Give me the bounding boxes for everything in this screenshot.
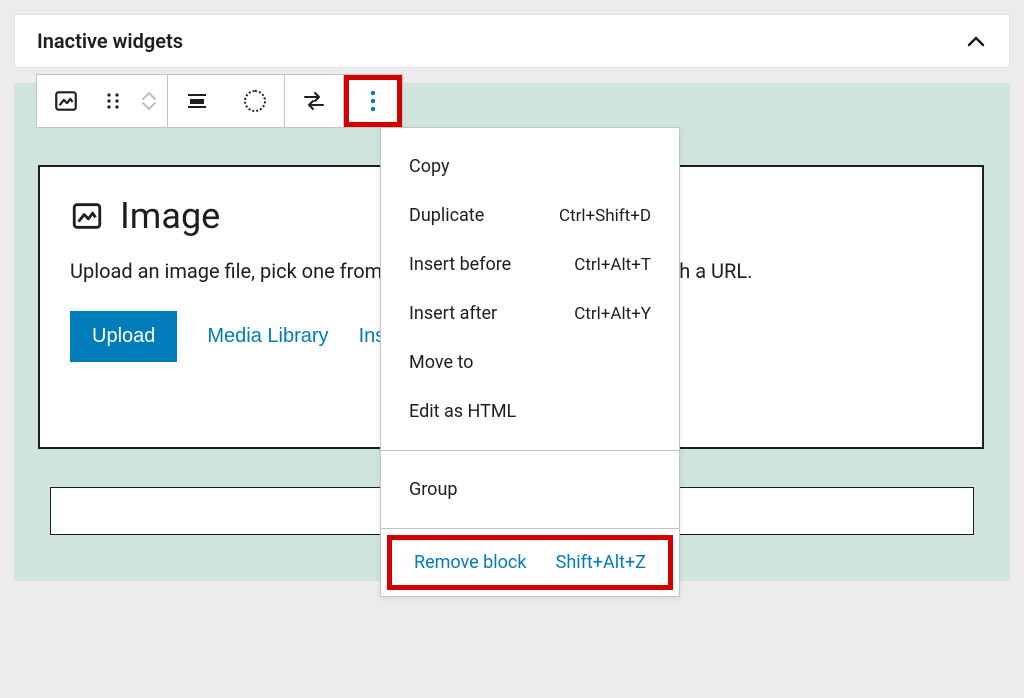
block-options-menu: Copy Duplicate Ctrl+Shift+D Insert befor… (380, 127, 680, 597)
menu-item-edit-html[interactable]: Edit as HTML (381, 387, 679, 436)
menu-label: Copy (409, 156, 450, 177)
menu-section-edit: Copy Duplicate Ctrl+Shift+D Insert befor… (381, 128, 679, 451)
panel-title: Inactive widgets (37, 29, 183, 53)
menu-label: Group (409, 479, 457, 500)
toolbar-group-block (37, 75, 168, 127)
menu-label: Remove block (414, 552, 526, 573)
menu-item-group[interactable]: Group (381, 465, 679, 514)
dotted-circle-icon (244, 90, 266, 112)
drag-handle[interactable] (95, 75, 131, 127)
inactive-widgets-panel: Inactive widgets (14, 14, 1010, 68)
menu-shortcut: Shift+Alt+Z (556, 552, 646, 573)
menu-item-move-to[interactable]: Move to (381, 338, 679, 387)
menu-item-remove-block[interactable]: Remove block Shift+Alt+Z (387, 535, 673, 590)
block-toolbar (36, 74, 403, 128)
chevron-up-icon[interactable] (965, 30, 987, 52)
menu-label: Duplicate (409, 205, 484, 226)
toolbar-group-options (344, 75, 402, 127)
menu-label: Edit as HTML (409, 401, 516, 422)
toolbar-group-align (168, 75, 285, 127)
menu-item-insert-after[interactable]: Insert after Ctrl+Alt+Y (381, 289, 679, 338)
upload-button[interactable]: Upload (70, 311, 177, 362)
image-icon (70, 199, 104, 233)
panel-header[interactable]: Inactive widgets (15, 15, 1009, 67)
chevron-up-icon[interactable] (141, 91, 157, 101)
menu-label: Insert after (409, 303, 497, 324)
replace-button[interactable] (285, 75, 343, 127)
menu-label: Insert before (409, 254, 511, 275)
chevron-down-icon[interactable] (141, 101, 157, 111)
menu-label: Move to (409, 352, 473, 373)
menu-shortcut: Ctrl+Alt+Y (574, 304, 651, 324)
block-type-button[interactable] (37, 75, 95, 127)
menu-section-remove: Remove block Shift+Alt+Z (381, 535, 679, 590)
media-library-button[interactable]: Media Library (207, 325, 328, 348)
menu-item-copy[interactable]: Copy (381, 142, 679, 191)
menu-section-group: Group (381, 451, 679, 529)
menu-item-insert-before[interactable]: Insert before Ctrl+Alt+T (381, 240, 679, 289)
block-title: Image (120, 195, 220, 237)
crop-button[interactable] (226, 75, 284, 127)
menu-shortcut: Ctrl+Alt+T (574, 255, 651, 275)
move-up-down[interactable] (131, 75, 167, 127)
menu-item-duplicate[interactable]: Duplicate Ctrl+Shift+D (381, 191, 679, 240)
menu-shortcut: Ctrl+Shift+D (559, 206, 651, 226)
options-button[interactable] (344, 75, 402, 127)
toolbar-group-replace (285, 75, 344, 127)
align-button[interactable] (168, 75, 226, 127)
